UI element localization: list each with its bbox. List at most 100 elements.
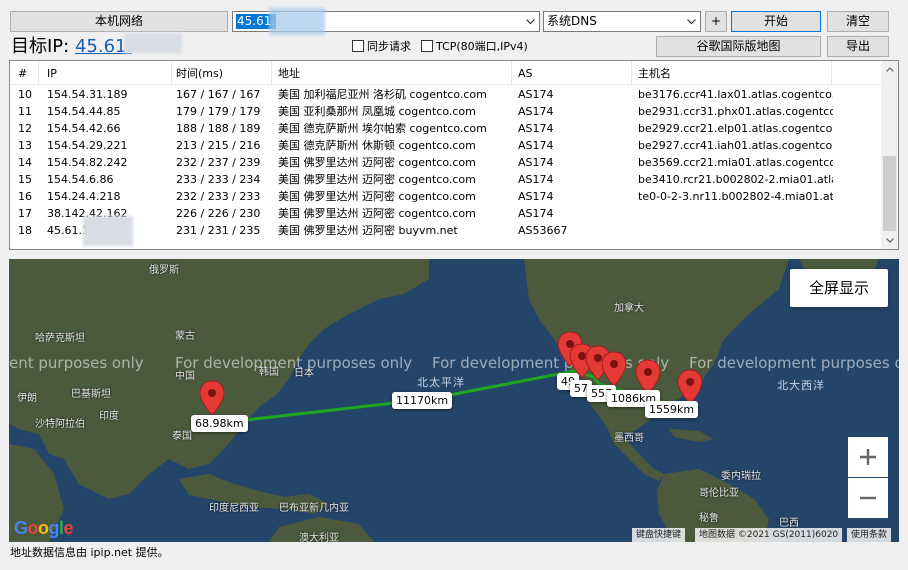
route-map[interactable]: 北太平洋 北大西洋 俄罗斯 哈萨克斯坦 蒙古 中国 韩国 日本 巴基斯坦 印度 … — [9, 259, 899, 542]
distance-label: 11170km — [392, 392, 453, 409]
column-header[interactable]: AS — [518, 67, 533, 80]
country-label: 墨西哥 — [614, 433, 644, 444]
tcp-mode-checkbox[interactable]: TCP(80端口,IPv4) — [421, 38, 528, 54]
column-header[interactable]: 时间(ms) — [176, 67, 223, 80]
table-row[interactable]: 10 154.54.31.189 167 / 167 / 167 美国 加利福尼亚州 … — [10, 86, 882, 103]
column-header[interactable]: 主机名 — [638, 67, 671, 80]
google-map-button[interactable]: 谷歌国际版地图 — [656, 36, 821, 57]
clear-button[interactable]: 清空 — [827, 11, 889, 32]
distance-label: 1559km — [645, 401, 699, 418]
terms-link[interactable]: 使用条款 — [847, 528, 892, 542]
map-pin-icon[interactable] — [677, 369, 703, 405]
scroll-down-icon[interactable] — [881, 232, 898, 249]
cell-host: be3410.rcr21.b002802-2.mia01.atla.... — [638, 173, 833, 186]
cell-addr: 美国 佛罗里达州 迈阿密 cogentco.com — [278, 207, 476, 220]
redaction-blur — [124, 33, 182, 53]
cell-n: 17 — [18, 207, 32, 220]
cell-ip: 154.54.82.242 — [47, 156, 128, 169]
map-pin-icon[interactable] — [601, 351, 627, 387]
cell-time: 232 / 237 / 239 — [176, 156, 261, 169]
checkbox-box[interactable] — [421, 40, 433, 52]
cell-addr: 美国 加利福尼亚州 洛杉矶 cogentco.com — [278, 88, 487, 101]
cell-time: 188 / 188 / 189 — [176, 122, 261, 135]
table-row[interactable]: 16 154.24.4.218 232 / 233 / 233 美国 佛罗里达州 迈阿… — [10, 188, 882, 205]
cell-time: 233 / 233 / 234 — [176, 173, 261, 186]
cell-time: 226 / 226 / 230 — [176, 207, 261, 220]
cell-n: 15 — [18, 173, 32, 186]
country-label: 泰国 — [172, 431, 192, 442]
zoom-out-button[interactable] — [848, 478, 888, 518]
table-row[interactable]: 17 38.142.42.162 226 / 226 / 230 美国 佛罗里达州 迈… — [10, 205, 882, 222]
vertical-scrollbar[interactable] — [881, 61, 898, 249]
footer-note: 地址数据信息由 ipip.net 提供。 — [10, 546, 169, 559]
table-header: # IP 时间(ms) 地址 AS 主机名 — [10, 61, 882, 85]
zoom-in-button[interactable] — [848, 437, 888, 477]
cell-addr: 美国 亚利桑那州 凤凰城 cogentco.com — [278, 105, 476, 118]
cell-ip: 154.24.4.218 — [47, 190, 121, 203]
column-header[interactable]: IP — [47, 67, 57, 80]
map-background — [9, 259, 899, 542]
target-ip-label: 目标IP: 45.61. — [11, 36, 132, 58]
table-row[interactable]: 12 154.54.42.66 188 / 188 / 189 美国 德克萨斯州 埃尔… — [10, 120, 882, 137]
cell-time: 167 / 167 / 167 — [176, 88, 261, 101]
column-header[interactable]: # — [18, 67, 27, 80]
minus-icon — [860, 496, 876, 500]
export-button[interactable]: 导出 — [827, 36, 889, 57]
table-row[interactable]: 15 154.54.6.86 233 / 233 / 234 美国 佛罗里达州 迈阿密… — [10, 171, 882, 188]
checkbox-box[interactable] — [352, 40, 364, 52]
fullscreen-button[interactable]: 全屏显示 — [790, 269, 888, 307]
dev-watermark: For development purposes only — [432, 354, 670, 372]
table-row[interactable]: 14 154.54.82.242 232 / 237 / 239 美国 佛罗里达州 迈… — [10, 154, 882, 171]
cell-ip: 154.54.44.85 — [47, 105, 121, 118]
country-label: 巴西 — [779, 518, 799, 529]
cell-addr: 美国 佛罗里达州 迈阿密 cogentco.com — [278, 173, 476, 186]
local-network-button[interactable]: 本机网络 — [10, 11, 228, 32]
sync-request-label: 同步请求 — [367, 40, 411, 53]
table-row[interactable]: 13 154.54.29.221 213 / 215 / 216 美国 德克萨斯州 休… — [10, 137, 882, 154]
google-logo: Google — [14, 518, 74, 538]
sync-request-checkbox[interactable]: 同步请求 — [352, 38, 411, 54]
cell-as: AS174 — [518, 139, 554, 152]
dns-select[interactable]: 系统DNS — [543, 11, 701, 32]
redaction-blur — [269, 8, 325, 35]
distance-label: 68.98km — [191, 415, 248, 432]
scrollbar-thumb[interactable] — [883, 156, 896, 231]
dns-select-value: 系统DNS — [547, 14, 597, 28]
cell-host: be3176.ccr41.lax01.atlas.cogentco.... — [638, 88, 833, 101]
start-button[interactable]: 开始 — [731, 11, 821, 32]
cell-as: AS53667 — [518, 224, 568, 237]
dev-watermark: For development purposes only — [175, 354, 413, 372]
host-input[interactable]: 45.61. — [232, 8, 540, 35]
cell-n: 10 — [18, 88, 32, 101]
cell-ip: 154.54.42.66 — [47, 122, 121, 135]
cell-addr: 美国 佛罗里达州 迈阿密 cogentco.com — [278, 190, 476, 203]
country-label: 哥伦比亚 — [699, 488, 739, 499]
dev-watermark: For development purposes only — [689, 354, 899, 372]
cell-addr: 美国 佛罗里达州 迈阿密 buyvm.net — [278, 224, 458, 237]
country-label: 沙特阿拉伯 — [35, 419, 85, 430]
country-label: 秘鲁 — [699, 513, 719, 524]
country-label: 伊朗 — [17, 393, 37, 404]
trace-table: # IP 时间(ms) 地址 AS 主机名 10 154.54.31.189 167… — [9, 60, 899, 250]
scroll-up-icon[interactable] — [881, 61, 898, 78]
target-ip-prefix: 目标IP: — [11, 36, 70, 57]
ocean-label-pacific: 北太平洋 — [417, 376, 465, 389]
cell-time: 232 / 233 / 233 — [176, 190, 261, 203]
add-dns-button[interactable]: + — [705, 11, 727, 32]
country-label: 印度 — [99, 411, 119, 422]
map-pin-icon[interactable] — [199, 380, 225, 416]
chevron-down-icon[interactable] — [683, 12, 700, 31]
cell-time: 179 / 179 / 179 — [176, 105, 261, 118]
table-row[interactable]: 18 45.61.1 231 / 231 / 235 美国 佛罗里达州 迈阿密 buy… — [10, 222, 882, 239]
table-row[interactable]: 11 154.54.44.85 179 / 179 / 179 美国 亚利桑那州 凤凰… — [10, 103, 882, 120]
cell-addr: 美国 德克萨斯州 埃尔帕索 cogentco.com — [278, 122, 487, 135]
column-header[interactable]: 地址 — [278, 67, 300, 80]
cell-n: 16 — [18, 190, 32, 203]
keyboard-shortcuts-link[interactable]: 键盘快捷键 — [632, 528, 686, 542]
ocean-label-atlantic: 北大西洋 — [777, 379, 825, 392]
country-label: 委内瑞拉 — [721, 471, 761, 482]
chevron-down-icon[interactable] — [522, 12, 539, 31]
cell-n: 11 — [18, 105, 32, 118]
cell-as: AS174 — [518, 190, 554, 203]
country-label: 蒙古 — [175, 331, 195, 342]
